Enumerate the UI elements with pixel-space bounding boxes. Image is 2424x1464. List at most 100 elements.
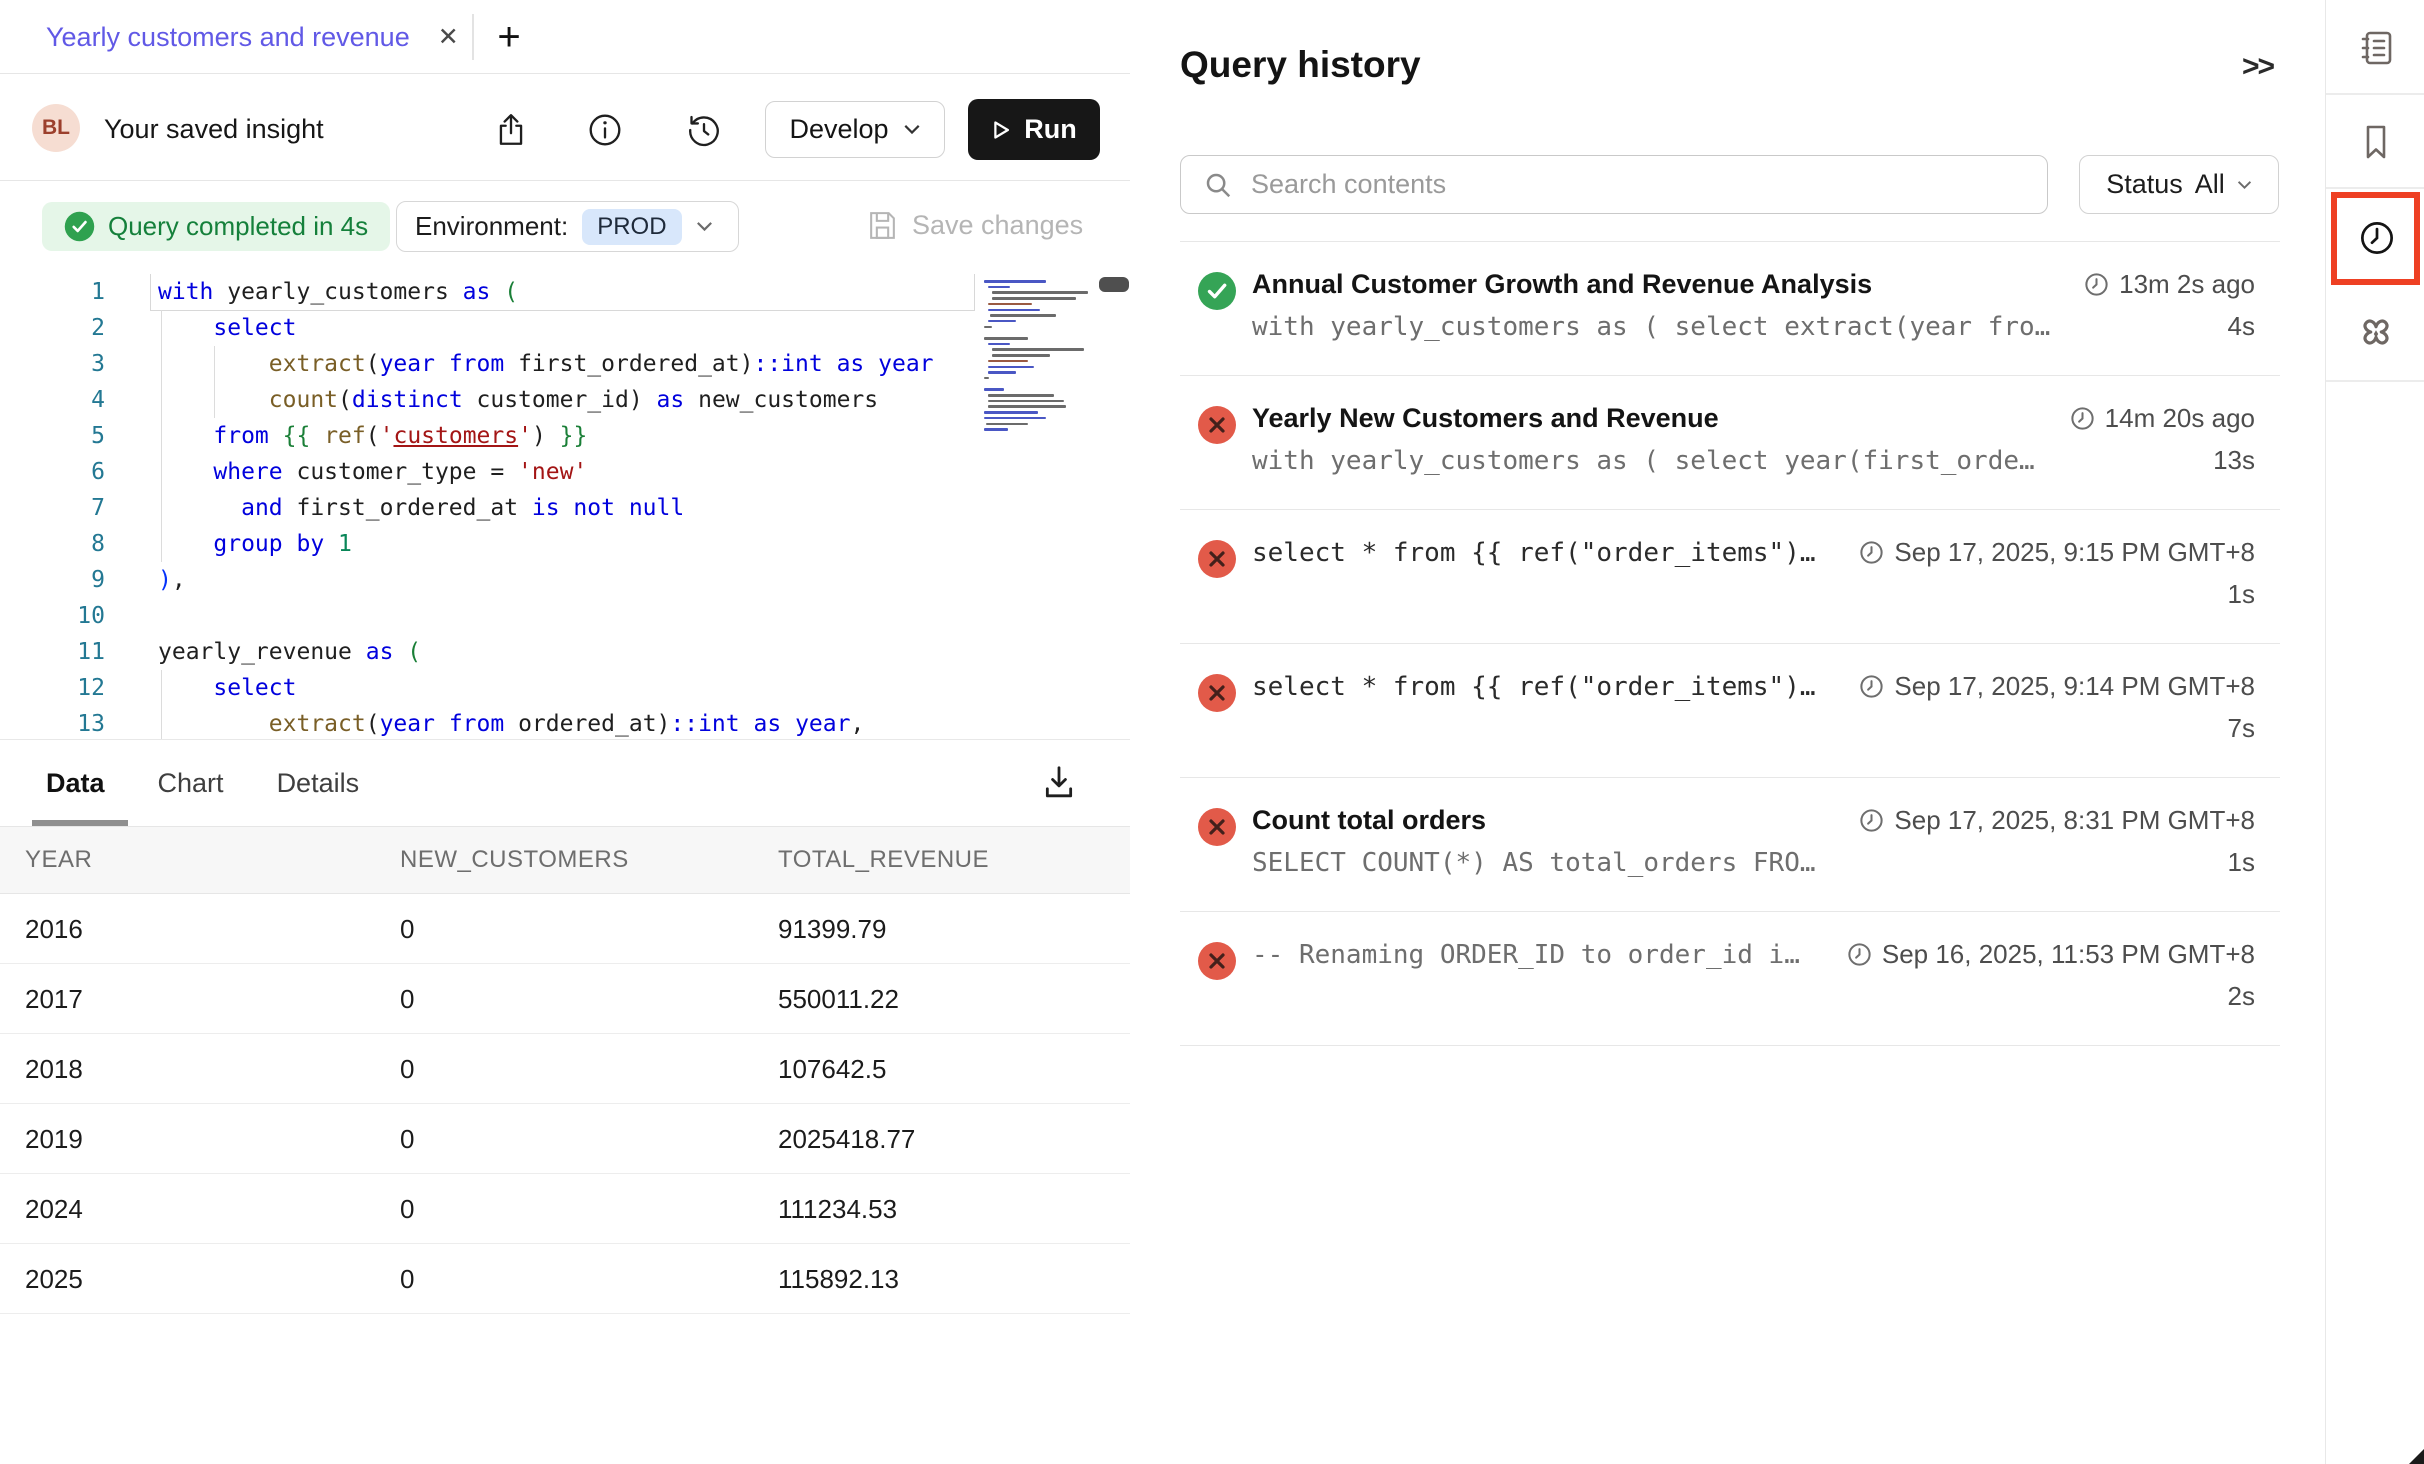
table-cell: 2019 (25, 1104, 83, 1174)
history-item-time: Sep 17, 2025, 9:14 PM GMT+8 (1858, 671, 2255, 702)
share-icon[interactable] (493, 112, 529, 148)
code-token (324, 531, 338, 557)
editor-scrollbar[interactable] (1098, 274, 1130, 739)
history-item-title: select * from {{ ref("order_items")… (1252, 672, 1858, 702)
line-number: 2 (0, 310, 105, 346)
table-cell: 0 (400, 1174, 414, 1244)
run-button[interactable]: Run (968, 99, 1100, 160)
code-line[interactable]: from {{ ref('customers') }} (158, 418, 975, 454)
history-item-time: 13m 2s ago (2083, 269, 2255, 300)
search-input[interactable] (1249, 168, 2025, 201)
table-cell: 2018 (25, 1034, 83, 1104)
error-status-icon (1197, 405, 1237, 445)
table-cell: 91399.79 (778, 894, 886, 964)
code-line[interactable]: extract(year from first_ordered_at)::int… (158, 346, 975, 382)
avatar: BL (32, 104, 80, 152)
code-token (269, 423, 283, 449)
status-filter-dropdown[interactable]: Status All (2079, 155, 2279, 214)
line-number: 11 (0, 634, 105, 670)
table-cell: 0 (400, 1244, 414, 1314)
code-line[interactable]: ), (158, 562, 975, 598)
line-number: 6 (0, 454, 105, 490)
download-icon[interactable] (1038, 762, 1080, 804)
notebook-icon[interactable] (2354, 26, 2398, 70)
results-tab-details[interactable]: Details (277, 768, 360, 799)
code-line[interactable]: with yearly_customers as ( (158, 274, 975, 310)
code-line[interactable]: extract(year from ordered_at)::int as ye… (158, 706, 975, 739)
code-token: ordered_at) (504, 711, 670, 737)
query-history-panel: Query history >> Status All Annual Custo… (1130, 0, 2325, 1464)
minimap-line (992, 348, 1084, 351)
code-line[interactable]: select (158, 670, 975, 706)
info-icon[interactable] (587, 112, 623, 148)
code-token: from (449, 351, 504, 377)
success-status-icon (1197, 271, 1237, 311)
code-line[interactable]: yearly_revenue as ( (158, 634, 975, 670)
results-tab-data[interactable]: Data (46, 768, 105, 799)
code-line[interactable]: select (158, 310, 975, 346)
dbt-logo-icon[interactable] (2354, 312, 2398, 356)
table-cell: 0 (400, 1034, 414, 1104)
history-clock-icon[interactable] (2354, 215, 2398, 259)
code-line[interactable]: count(distinct customer_id) as new_custo… (158, 382, 975, 418)
editor-minimap[interactable] (980, 274, 1098, 739)
code-token (310, 423, 324, 449)
minimap-line (988, 343, 1010, 346)
history-item-duration: 2s (2228, 981, 2255, 1012)
code-token: 'new' (518, 459, 587, 485)
clock-icon (1858, 673, 1885, 700)
clock-icon (2083, 271, 2110, 298)
save-changes-button[interactable]: Save changes (866, 209, 1083, 242)
code-token: first_ordered_at (283, 495, 532, 521)
table-cell: 111234.53 (778, 1174, 897, 1244)
code-token (435, 351, 449, 377)
code-token (393, 639, 407, 665)
code-token: as (463, 279, 491, 305)
table-cell: 550011.22 (778, 964, 899, 1034)
minimap-line (984, 417, 1046, 420)
code-line[interactable]: group by 1 (158, 526, 975, 562)
strip-divider (2326, 93, 2424, 95)
code-token: , (850, 711, 864, 737)
results-tab-chart[interactable]: Chart (158, 768, 224, 799)
save-changes-label: Save changes (912, 210, 1083, 241)
collapse-panel-icon[interactable]: >> (2242, 50, 2273, 84)
environment-selector[interactable]: Environment: PROD (396, 201, 739, 252)
code-line[interactable]: where customer_type = 'new' (158, 454, 975, 490)
query-history-item[interactable]: select * from {{ ref("order_items")…Sep … (1180, 510, 2280, 644)
query-history-item[interactable]: Count total ordersSep 17, 2025, 8:31 PM … (1180, 778, 2280, 912)
line-number: 3 (0, 346, 105, 382)
query-history-item[interactable]: Annual Customer Growth and Revenue Analy… (1180, 242, 2280, 376)
code-token: ' (380, 423, 394, 449)
code-token: count (269, 387, 338, 413)
query-history-item[interactable]: select * from {{ ref("order_items")…Sep … (1180, 644, 2280, 778)
bookmark-icon[interactable] (2354, 120, 2398, 164)
close-tab-icon[interactable]: ✕ (438, 25, 459, 50)
develop-button[interactable]: Develop (765, 101, 945, 158)
query-status-row: Query completed in 4s Environment: PROD … (0, 181, 1130, 274)
code-token (490, 279, 504, 305)
code-token (435, 711, 449, 737)
code-line[interactable]: and first_ordered_at is not null (158, 490, 975, 526)
code-token: as (657, 387, 685, 413)
line-number: 1 (0, 274, 105, 310)
code-token: year (795, 711, 850, 737)
error-status-icon (1197, 539, 1237, 579)
chevron-down-icon (696, 221, 713, 232)
minimap-line (990, 314, 1056, 317)
history-item-duration: 1s (2228, 579, 2255, 610)
minimap-line (988, 320, 1016, 323)
code-token: , (172, 567, 186, 593)
query-history-item[interactable]: -- Renaming ORDER_ID to order_id i…Sep 1… (1180, 912, 2280, 1046)
scrollbar-thumb[interactable] (1099, 277, 1129, 292)
sql-editor[interactable]: 12345678910111213 with yearly_customers … (0, 274, 1130, 739)
line-number: 4 (0, 382, 105, 418)
chevron-down-icon (2237, 180, 2252, 190)
new-tab-button[interactable]: + (486, 14, 532, 60)
query-history-item[interactable]: Yearly New Customers and Revenue14m 20s … (1180, 376, 2280, 510)
version-history-icon[interactable] (686, 112, 722, 148)
tab-yearly-customers-and-revenue[interactable]: Yearly customers and revenue ✕ (0, 0, 459, 74)
code-line[interactable] (158, 598, 975, 634)
search-box[interactable] (1180, 155, 2048, 214)
line-number: 10 (0, 598, 105, 634)
